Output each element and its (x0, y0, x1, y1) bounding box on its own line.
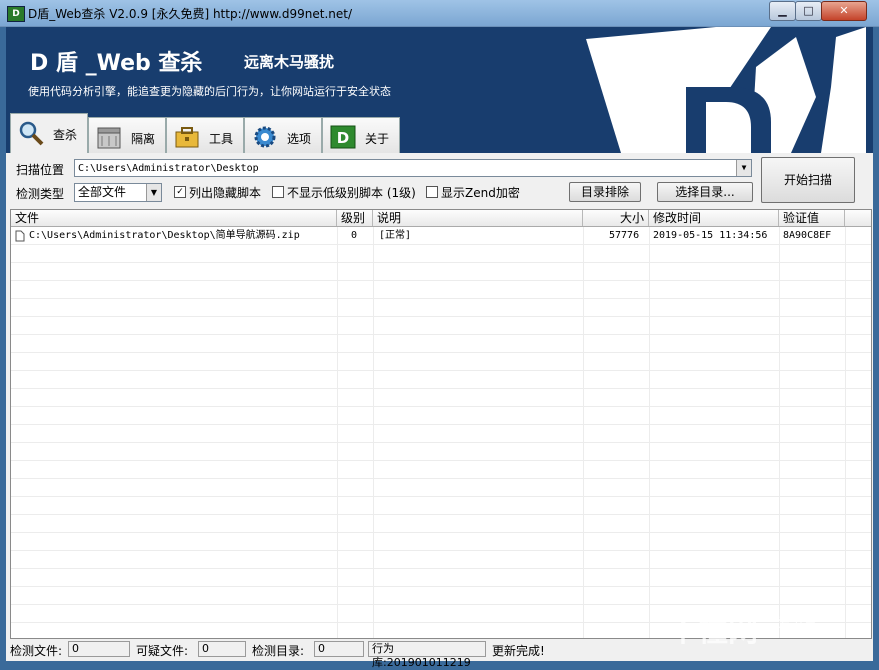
cell-size: 57776 (609, 230, 640, 241)
close-button[interactable]: ✕ (821, 1, 867, 21)
column-divider (649, 227, 650, 638)
column-divider (337, 227, 338, 638)
col-level-header[interactable]: 级别 (337, 210, 373, 226)
files-count-value: 0 (68, 641, 130, 657)
col-mtime-header[interactable]: 修改时间 (649, 210, 779, 226)
watermark-text: 不懂网 (668, 614, 758, 649)
column-divider (583, 227, 584, 638)
svg-text:D: D (337, 129, 349, 147)
col-size-header[interactable]: 大小 (583, 210, 649, 226)
watermark-subtext: 爱分享 (778, 616, 818, 631)
window-title: D盾_Web查杀 V2.0.9 [永久免费] http://www.d99net… (28, 7, 353, 21)
scan-controls: 扫描位置 C:\Users\Administrator\Desktop ▼ 检测… (6, 153, 873, 209)
behavior-lib-version: 行为库:201901011219 (368, 641, 486, 669)
exclude-dirs-button[interactable]: 目录排除 (569, 182, 641, 202)
magnifier-icon (19, 121, 44, 146)
table-grid (11, 227, 871, 638)
scan-type-value: 全部文件 (78, 185, 127, 199)
tab-about-label: 关于 (365, 132, 390, 146)
column-divider (845, 227, 846, 638)
title-bar[interactable]: D D盾_Web查杀 V2.0.9 [永久免费] http://www.d99n… (0, 0, 879, 27)
d-shield-logo-icon (586, 27, 866, 153)
minimize-button[interactable]: ▁ (769, 1, 796, 21)
update-status: 更新完成! (492, 644, 545, 658)
scan-path-combobox[interactable]: C:\Users\Administrator\Desktop ▼ (74, 159, 752, 177)
zend-checkbox[interactable] (426, 186, 438, 198)
dirs-count-label: 检测目录: (252, 644, 305, 658)
tab-tools-label: 工具 (209, 132, 234, 146)
scan-type-select[interactable]: 全部文件 ▼ (74, 183, 162, 202)
zend-label: 显示Zend加密 (441, 186, 520, 200)
suspicious-count-label: 可疑文件: (136, 644, 189, 658)
col-desc-header[interactable]: 说明 (373, 210, 583, 226)
hide-low-level-label: 不显示低级别脚本 (1级) (287, 186, 416, 200)
suspicious-count-value: 0 (198, 641, 246, 657)
table-header: 文件 级别 说明 大小 修改时间 验证值 (11, 210, 871, 227)
tab-options-label: 选项 (287, 132, 312, 146)
tab-quarantine-label: 隔离 (131, 132, 156, 146)
files-count-label: 检测文件: (10, 644, 63, 658)
hide-low-level-checkbox[interactable] (272, 186, 284, 198)
column-divider (373, 227, 374, 638)
col-file-header[interactable]: 文件 (11, 210, 337, 226)
gear-icon (254, 126, 276, 148)
banner-subtitle: 远离木马骚扰 (244, 53, 335, 71)
choose-dir-button[interactable]: 选择目录... (657, 182, 753, 202)
dirs-count-value: 0 (314, 641, 364, 657)
d-logo-icon: D (330, 125, 356, 149)
list-hidden-checkbox[interactable]: ✓ (174, 186, 186, 198)
start-scan-button[interactable]: 开始扫描 (761, 157, 855, 203)
tab-options[interactable]: 选项 (244, 117, 322, 153)
header-banner: D 盾 _Web 查杀 远离木马骚扰 使用代码分析引擎，能追查更为隐藏的后门行为… (6, 27, 873, 153)
col-hash-header[interactable]: 验证值 (779, 210, 845, 226)
scan-type-label: 检测类型 (16, 187, 65, 201)
tab-scan-label: 查杀 (53, 128, 78, 142)
tab-scan[interactable]: 查杀 (10, 113, 88, 153)
toolbox-icon (175, 127, 199, 148)
list-hidden-label: 列出隐藏脚本 (189, 186, 262, 200)
tab-about[interactable]: D 关于 (322, 117, 400, 153)
cell-mtime: 2019-05-15 11:34:56 (653, 230, 768, 241)
cell-file: C:\Users\Administrator\Desktop\简单导航源码.zi… (29, 230, 300, 241)
banner-title: D 盾 _Web 查杀 (30, 51, 203, 76)
cell-hash: 8A90C8EF (783, 230, 832, 241)
column-divider (779, 227, 780, 638)
chevron-down-icon[interactable]: ▼ (736, 160, 751, 176)
cell-level: 0 (351, 230, 358, 241)
tab-tools[interactable]: 工具 (166, 117, 244, 153)
app-client-area: D 盾 _Web 查杀 远离木马骚扰 使用代码分析引擎，能追查更为隐藏的后门行为… (6, 27, 873, 669)
file-icon (15, 230, 25, 242)
scan-path-label: 扫描位置 (16, 163, 65, 177)
app-icon: D (7, 6, 25, 22)
banner-tagline: 使用代码分析引擎，能追查更为隐藏的后门行为，让你网站运行于安全状态 (28, 85, 391, 98)
scan-path-value: C:\Users\Administrator\Desktop (78, 163, 259, 174)
cell-desc: [正常] (379, 230, 412, 241)
quarantine-box-icon (97, 127, 121, 149)
chevron-down-icon[interactable]: ▼ (146, 184, 161, 201)
tab-quarantine[interactable]: 隔离 (88, 117, 166, 153)
results-table[interactable]: 文件 级别 说明 大小 修改时间 验证值 C:\Users\Administra… (10, 209, 872, 639)
maximize-button[interactable]: □ (795, 1, 822, 21)
